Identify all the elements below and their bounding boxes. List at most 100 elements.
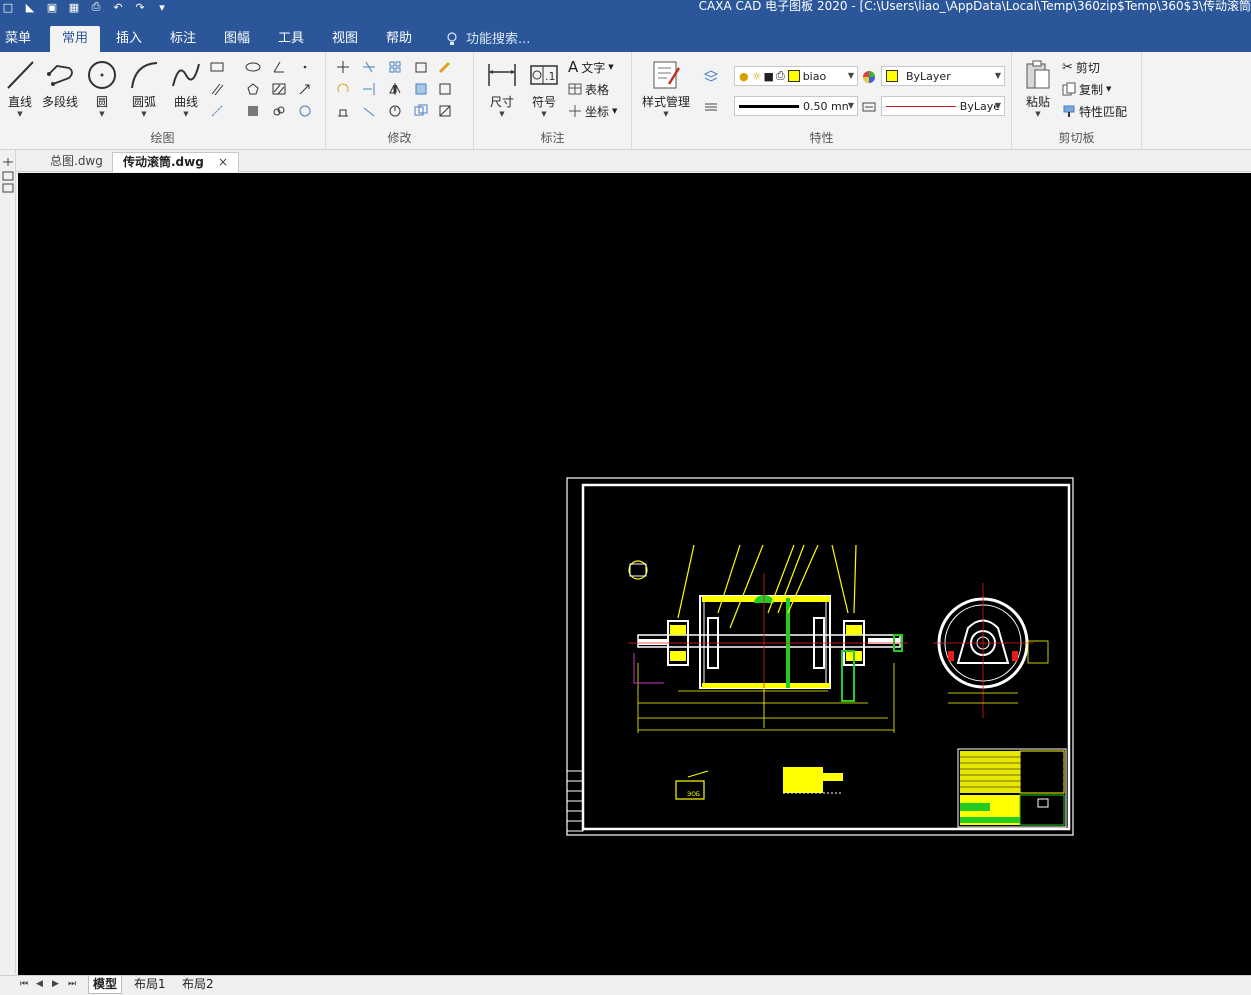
match-properties-button[interactable]: 特性匹配 bbox=[1062, 101, 1127, 121]
save-icon[interactable]: ▣ bbox=[44, 1, 60, 14]
lineweight-sample bbox=[739, 104, 799, 108]
tab-menu[interactable]: 菜单 bbox=[0, 26, 36, 52]
quick-access-toolbar: □ ◣ ▣ ▦ ⎙ ↶ ↷ ▾ bbox=[0, 0, 170, 14]
text-button[interactable]: A 文字 ▼ bbox=[568, 57, 614, 77]
tab-tools[interactable]: 工具 bbox=[270, 26, 312, 52]
point-icon[interactable] bbox=[296, 58, 314, 76]
arc-icon bbox=[131, 62, 158, 89]
tab-view[interactable]: 视图 bbox=[324, 26, 366, 52]
doc-tab-drive-drum[interactable]: 传动滚筒.dwg × bbox=[112, 152, 240, 172]
group-annotate: 尺寸 ▼ .1 符号 ▼ A 文字 ▼ 表格 坐标 ▼ 标注 bbox=[474, 52, 632, 150]
hatch-icon[interactable] bbox=[270, 80, 288, 98]
table-button[interactable]: 表格 bbox=[568, 79, 609, 99]
ellipse-icon[interactable] bbox=[244, 58, 262, 76]
polyline-button[interactable]: 多段线 bbox=[40, 58, 80, 110]
move-icon[interactable] bbox=[334, 58, 352, 76]
centerline-icon[interactable] bbox=[208, 102, 226, 120]
coordinate-button[interactable]: 坐标 ▼ bbox=[568, 101, 617, 121]
close-icon[interactable]: × bbox=[218, 155, 228, 169]
prev-tab-icon[interactable]: ◀ bbox=[36, 979, 43, 989]
tab-sheet[interactable]: 图幅 bbox=[216, 26, 258, 52]
dimension-button[interactable]: 尺寸 ▼ bbox=[482, 58, 522, 118]
explode-icon[interactable] bbox=[386, 102, 404, 120]
cloud-icon[interactable] bbox=[270, 102, 288, 120]
redo-icon[interactable]: ↷ bbox=[132, 1, 148, 14]
offset-icon[interactable] bbox=[412, 58, 430, 76]
layer-select[interactable]: ● ☼ ■ ⎙ biao ▼ bbox=[734, 66, 858, 86]
chamfer-icon[interactable] bbox=[436, 102, 454, 120]
circle-icon bbox=[88, 61, 116, 89]
layout-tab-layout1[interactable]: 布局1 bbox=[130, 976, 170, 994]
paste-icon bbox=[1026, 60, 1050, 89]
title-bar: □ ◣ ▣ ▦ ⎙ ↶ ↷ ▾ CAXA CAD 电子图板 2020 - [C:… bbox=[0, 0, 1251, 24]
arrow-icon[interactable] bbox=[296, 80, 314, 98]
save-as-icon[interactable]: ▦ bbox=[66, 1, 82, 14]
open-file-icon[interactable]: ◣ bbox=[22, 1, 38, 14]
layout-tab-layout2[interactable]: 布局2 bbox=[178, 976, 218, 994]
drawing-canvas[interactable]: ЭОБ bbox=[18, 173, 1251, 975]
color-select[interactable]: ByLayer ▼ bbox=[881, 66, 1005, 86]
new-file-icon[interactable]: □ bbox=[0, 1, 16, 14]
last-tab-icon[interactable]: ⏭ bbox=[68, 979, 76, 989]
scissors-icon: ✂ bbox=[1062, 59, 1073, 75]
next-tab-icon[interactable]: ▶ bbox=[52, 979, 59, 989]
feature-search[interactable]: 功能搜索... bbox=[446, 26, 530, 52]
tab-help[interactable]: 帮助 bbox=[378, 26, 420, 52]
layer-color-swatch bbox=[787, 70, 800, 82]
stretch-icon[interactable] bbox=[334, 102, 352, 120]
extend-icon[interactable] bbox=[360, 80, 378, 98]
layer-manager-icon[interactable] bbox=[702, 68, 720, 86]
chevron-down-icon: ▼ bbox=[994, 71, 1001, 80]
linetype-menu-icon[interactable] bbox=[702, 98, 720, 116]
fillet-icon[interactable] bbox=[436, 80, 454, 98]
symbol-button[interactable]: .1 符号 ▼ bbox=[524, 58, 564, 118]
angle-line-icon[interactable] bbox=[270, 58, 288, 76]
tab-common[interactable]: 常用 bbox=[50, 26, 100, 52]
curve-button[interactable]: 曲线 ▼ bbox=[166, 58, 206, 118]
side-tool-icons[interactable] bbox=[0, 150, 16, 200]
line-button[interactable]: 直线 ▼ bbox=[0, 58, 40, 118]
first-tab-icon[interactable]: ⏮ bbox=[20, 979, 28, 989]
part-tag: ЭОБ bbox=[687, 791, 700, 798]
doc-tab-overview[interactable]: 总图.dwg bbox=[40, 152, 113, 172]
lightbulb-icon bbox=[447, 32, 457, 45]
linetype-scale-icon[interactable] bbox=[860, 98, 878, 116]
front-view bbox=[628, 544, 908, 733]
cut-button[interactable]: ✂ 剪切 bbox=[1062, 57, 1100, 77]
print-icon[interactable]: ⎙ bbox=[88, 0, 104, 13]
block-icon[interactable] bbox=[244, 102, 262, 120]
mirror-icon[interactable] bbox=[386, 80, 404, 98]
chevron-down-icon: ▼ bbox=[994, 101, 1001, 110]
arc-button[interactable]: 圆弧 ▼ bbox=[124, 58, 164, 118]
lineweight-select[interactable]: 0.50 mn ▼ bbox=[734, 96, 858, 116]
rotate-icon[interactable] bbox=[334, 80, 352, 98]
tab-insert[interactable]: 插入 bbox=[108, 26, 150, 52]
curve-icon bbox=[172, 63, 200, 87]
break-icon[interactable] bbox=[360, 102, 378, 120]
copy-objects-icon[interactable] bbox=[412, 102, 430, 120]
color-wheel-icon[interactable] bbox=[860, 68, 878, 86]
copy-button[interactable]: 复制 ▼ bbox=[1062, 79, 1111, 99]
linetype-sample bbox=[886, 105, 956, 107]
undo-icon[interactable]: ↶ bbox=[110, 1, 126, 14]
layout-tab-model[interactable]: 模型 bbox=[88, 976, 123, 994]
pencil-icon[interactable] bbox=[436, 58, 454, 76]
text-icon: A bbox=[568, 58, 579, 76]
linetype-select[interactable]: ByLaye ▼ bbox=[881, 96, 1005, 116]
polygon-icon[interactable] bbox=[244, 80, 262, 98]
parallel-line-icon[interactable] bbox=[208, 80, 226, 98]
scale-icon[interactable] bbox=[412, 80, 430, 98]
paste-button[interactable]: 粘贴 ▼ bbox=[1018, 58, 1058, 118]
svg-text:.1: .1 bbox=[545, 70, 556, 83]
ribbon-tabs: 菜单 常用 插入 标注 图幅 工具 视图 帮助 功能搜索... bbox=[0, 24, 1251, 52]
rectangle-icon[interactable] bbox=[208, 58, 226, 76]
trim-icon[interactable] bbox=[360, 58, 378, 76]
style-manager-button[interactable]: 样式管理 ▼ bbox=[636, 58, 696, 118]
circle-button[interactable]: 圆 ▼ bbox=[82, 58, 122, 118]
boundary-icon[interactable] bbox=[296, 102, 314, 120]
customize-qat-icon[interactable]: ▾ bbox=[154, 1, 170, 14]
group-annotate-label: 标注 bbox=[540, 131, 565, 145]
layout-tabs: ⏮ ◀ ▶ ⏭ 模型 布局1 布局2 bbox=[0, 975, 1251, 995]
tab-annotate[interactable]: 标注 bbox=[162, 26, 204, 52]
array-icon[interactable] bbox=[386, 58, 404, 76]
